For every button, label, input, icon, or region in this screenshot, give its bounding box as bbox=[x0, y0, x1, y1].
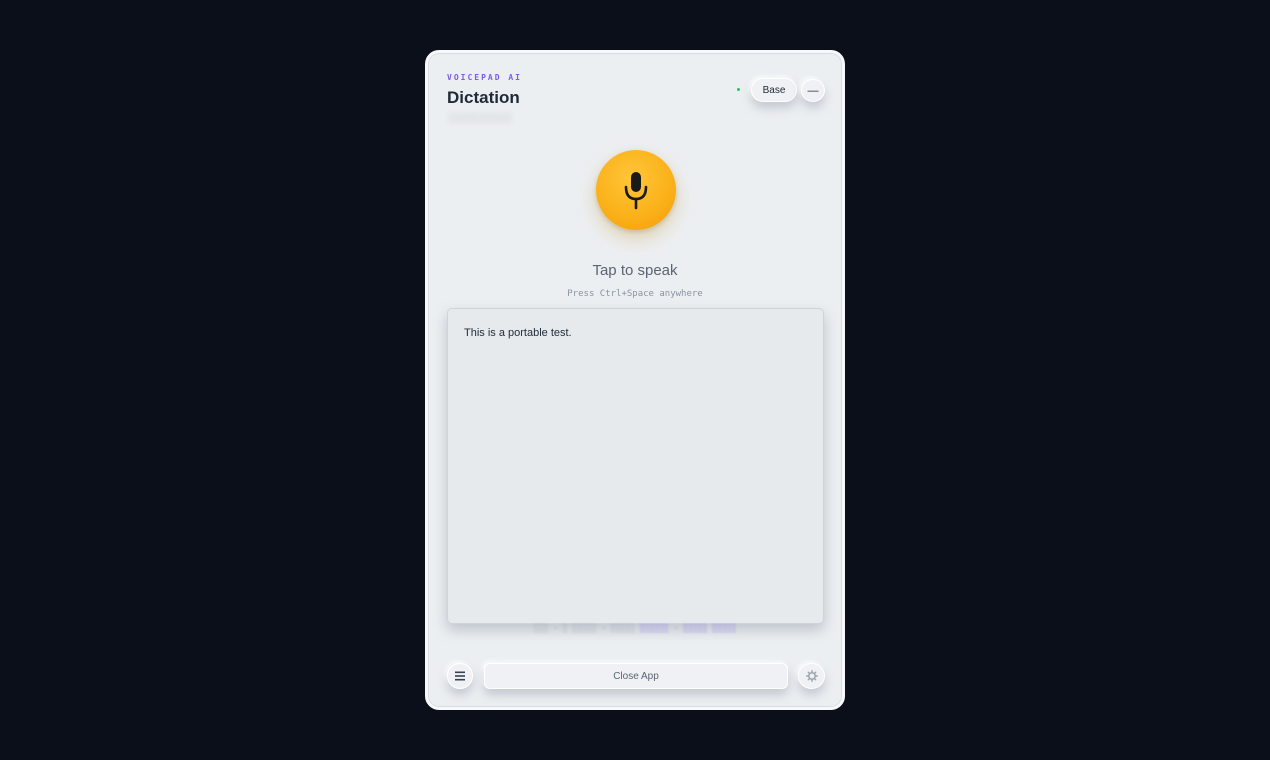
record-button[interactable] bbox=[596, 150, 676, 230]
page-title: Dictation bbox=[447, 88, 520, 107]
app-eyebrow: VOICEPAD AI bbox=[447, 73, 522, 82]
settings-button[interactable] bbox=[798, 663, 825, 689]
transcript-text: This is a portable test. bbox=[464, 327, 572, 339]
menu-button[interactable] bbox=[447, 663, 473, 689]
close-app-button[interactable]: Close App bbox=[484, 663, 788, 689]
hamburger-icon bbox=[455, 671, 465, 681]
status-indicator bbox=[737, 88, 740, 91]
page-subtitle: ░░░░░░░░░ bbox=[448, 113, 512, 124]
bottom-bar: Close App bbox=[447, 661, 825, 689]
stats-bar: ░░░ · ░ ░░░░░ · ░░░░░ ░░░░░░ · ░░░░░ ░░░… bbox=[533, 624, 737, 633]
gear-icon bbox=[805, 670, 818, 682]
microphone-icon bbox=[624, 172, 648, 210]
tap-to-speak-label: Tap to speak bbox=[592, 262, 678, 279]
shortcut-hint: Press Ctrl+Space anywhere bbox=[567, 289, 703, 299]
transcript-editor[interactable]: This is a portable test. bbox=[447, 308, 824, 624]
model-select-button[interactable]: Base bbox=[751, 78, 797, 102]
app-window: VOICEPAD AI Dictation ░░░░░░░░░ Base — T… bbox=[425, 50, 845, 710]
minimize-button[interactable]: — bbox=[801, 79, 825, 102]
